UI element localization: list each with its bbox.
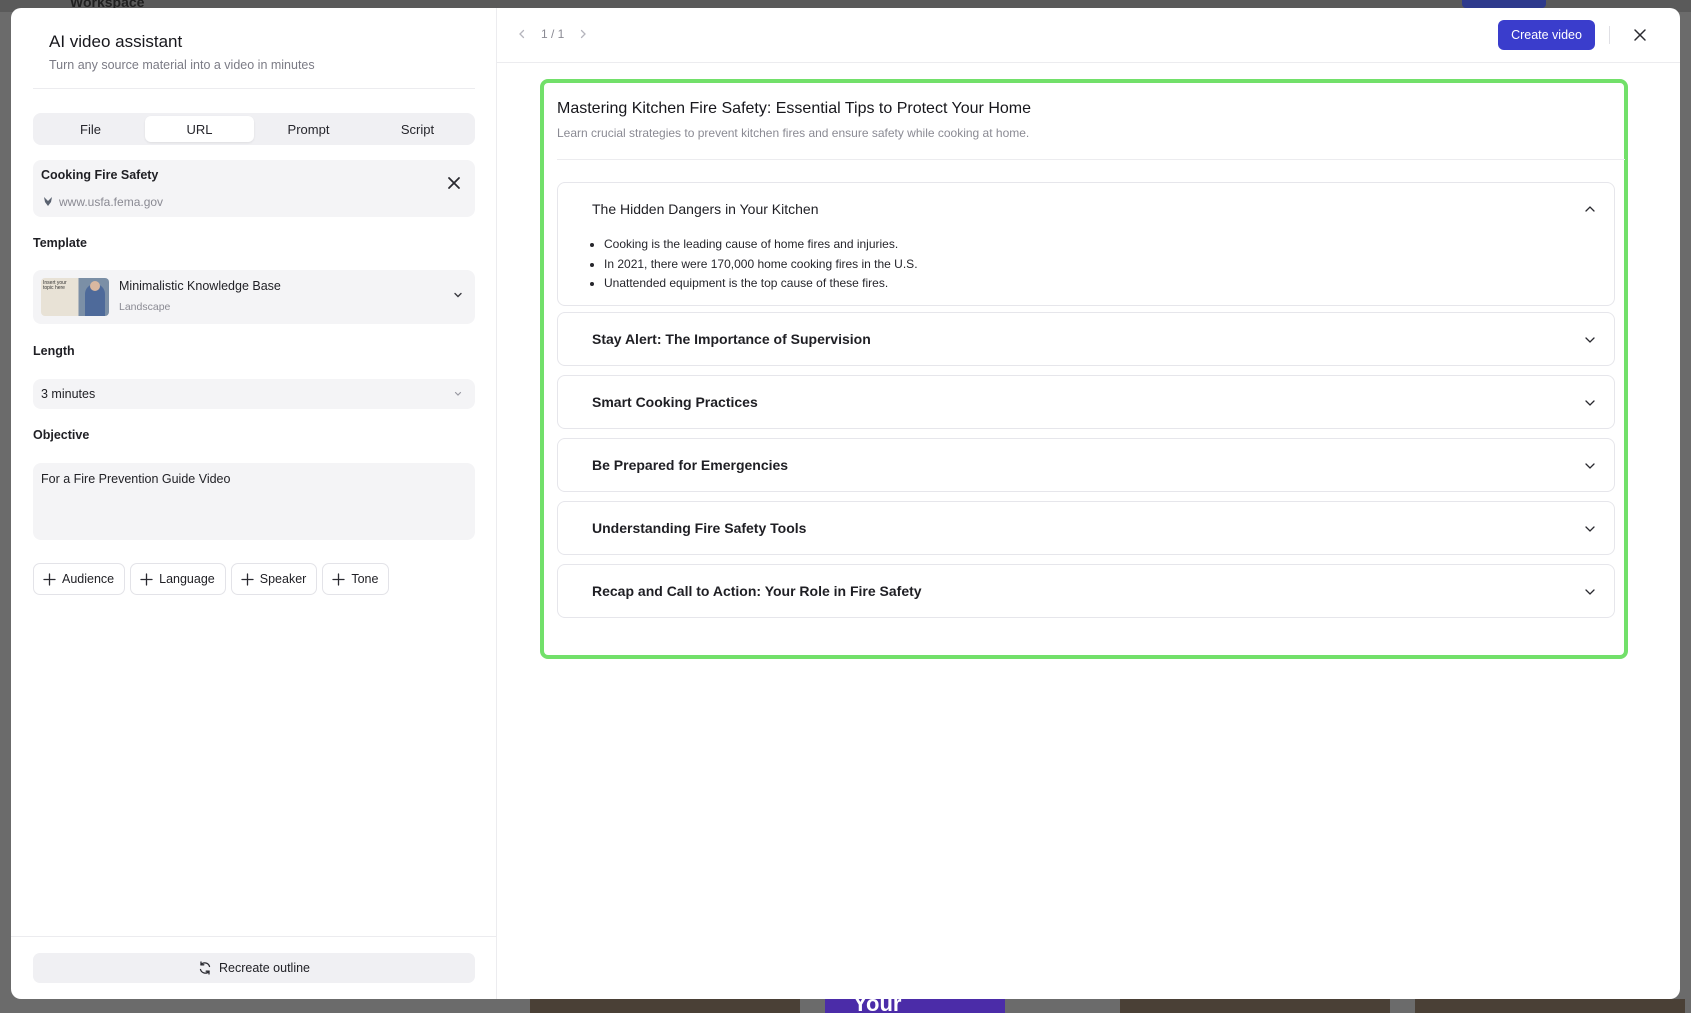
section-title: Smart Cooking Practices [592, 394, 758, 410]
chip-label: Speaker [259, 572, 307, 586]
page-indicator: 1 / 1 [541, 27, 565, 41]
chevron-left-icon[interactable] [517, 29, 527, 39]
outline-section[interactable]: Smart Cooking Practices [557, 375, 1615, 429]
close-icon[interactable] [445, 174, 463, 192]
divider [33, 88, 475, 89]
settings-panel: AI video assistant Turn any source mater… [11, 8, 497, 999]
source-tabs: File URL Prompt Script [33, 113, 475, 145]
add-audience-button[interactable]: Audience [33, 563, 126, 595]
outline-section[interactable]: Stay Alert: The Importance of Supervisio… [557, 312, 1615, 366]
chevron-up-icon[interactable] [1584, 203, 1596, 215]
recreate-outline-button[interactable]: Recreate outline [33, 953, 475, 983]
source-title: Cooking Fire Safety [41, 168, 159, 182]
chevron-down-icon [454, 292, 462, 298]
section-title: Understanding Fire Safety Tools [592, 520, 807, 536]
tab-prompt[interactable]: Prompt [254, 116, 363, 142]
chevron-down-icon[interactable] [1584, 397, 1596, 409]
source-url: www.usfa.fema.gov [59, 195, 164, 209]
panel-title: AI video assistant [49, 32, 183, 51]
chip-label: Language [159, 572, 215, 586]
background-thumbnails: Your [0, 999, 1691, 1013]
background-thumbnail [1415, 999, 1685, 1013]
plus-icon [43, 572, 56, 586]
list-item: Unattended equipment is the top cause of… [604, 274, 918, 294]
outline-section[interactable]: Understanding Fire Safety Tools [557, 501, 1615, 555]
plus-icon [140, 572, 153, 586]
objective-label: Objective [33, 428, 90, 442]
length-select[interactable]: 3 minutes [33, 379, 475, 409]
plus-icon [241, 572, 254, 586]
chevron-down-icon [454, 391, 462, 396]
source-card: Cooking Fire Safety www.usfa.fema.gov [33, 160, 475, 217]
chip-label: Tone [351, 572, 379, 586]
close-icon[interactable] [1632, 27, 1648, 43]
section-title: The Hidden Dangers in Your Kitchen [592, 201, 819, 217]
plus-icon [332, 572, 345, 586]
divider [11, 936, 497, 937]
outline-section[interactable]: Be Prepared for Emergencies [557, 438, 1615, 492]
recreate-label: Recreate outline [218, 961, 311, 975]
length-value: 3 minutes [41, 387, 96, 401]
chip-label: Audience [62, 572, 115, 586]
section-bullets: Cooking is the leading cause of home fir… [604, 235, 918, 294]
ai-video-assistant-modal: AI video assistant Turn any source mater… [11, 8, 1680, 999]
panel-subtitle: Turn any source material into a video in… [49, 58, 315, 72]
divider [1609, 26, 1610, 44]
section-title: Stay Alert: The Importance of Supervisio… [592, 331, 871, 347]
chevron-down-icon[interactable] [1584, 523, 1596, 535]
template-select[interactable]: Insert your topic here Minimalistic Know… [33, 270, 475, 324]
length-label: Length [33, 344, 75, 358]
background-thumbnail [1120, 999, 1390, 1013]
objective-field[interactable]: For a Fire Prevention Guide Video [33, 463, 475, 540]
section-title: Recap and Call to Action: Your Role in F… [592, 583, 922, 599]
add-tone-button[interactable]: Tone [322, 563, 390, 595]
outline-card: Mastering Kitchen Fire Safety: Essential… [540, 79, 1628, 659]
favicon-icon [44, 197, 52, 206]
chevron-down-icon[interactable] [1584, 460, 1596, 472]
tab-file[interactable]: File [36, 116, 145, 142]
chevron-down-icon[interactable] [1584, 334, 1596, 346]
outline-section[interactable]: Recap and Call to Action: Your Role in F… [557, 564, 1615, 618]
list-item: Cooking is the leading cause of home fir… [604, 235, 918, 255]
chevron-right-icon[interactable] [578, 29, 588, 39]
refresh-icon [199, 961, 211, 975]
template-name: Minimalistic Knowledge Base [119, 279, 281, 293]
chevron-down-icon[interactable] [1584, 586, 1596, 598]
background-button [1462, 0, 1546, 8]
divider [557, 159, 1625, 160]
template-thumbnail-text: Insert your topic here [43, 280, 67, 291]
template-thumbnail: Insert your topic here [41, 278, 109, 316]
section-title: Be Prepared for Emergencies [592, 457, 789, 473]
presenter-head [90, 281, 100, 291]
divider [497, 62, 1680, 63]
background-thumbnail: Your [825, 999, 1005, 1013]
add-language-button[interactable]: Language [130, 563, 226, 595]
template-orientation: Landscape [119, 301, 171, 313]
outline-panel: 1 / 1 Create video Mastering Kitchen Fir… [497, 8, 1680, 999]
background-thumbnail [530, 999, 800, 1013]
option-chips: Audience Language Speaker Tone [33, 563, 390, 595]
add-speaker-button[interactable]: Speaker [230, 563, 318, 595]
pager: 1 / 1 [517, 27, 588, 41]
outline-title: Mastering Kitchen Fire Safety: Essential… [557, 100, 1031, 117]
list-item: In 2021, there were 170,000 home cooking… [604, 255, 918, 275]
create-video-button[interactable]: Create video [1498, 20, 1595, 50]
outline-subtitle: Learn crucial strategies to prevent kitc… [557, 126, 1030, 140]
outline-section[interactable]: The Hidden Dangers in Your Kitchen Cooki… [557, 182, 1615, 306]
template-label: Template [33, 236, 87, 250]
tab-url[interactable]: URL [145, 116, 254, 142]
tab-script[interactable]: Script [363, 116, 472, 142]
